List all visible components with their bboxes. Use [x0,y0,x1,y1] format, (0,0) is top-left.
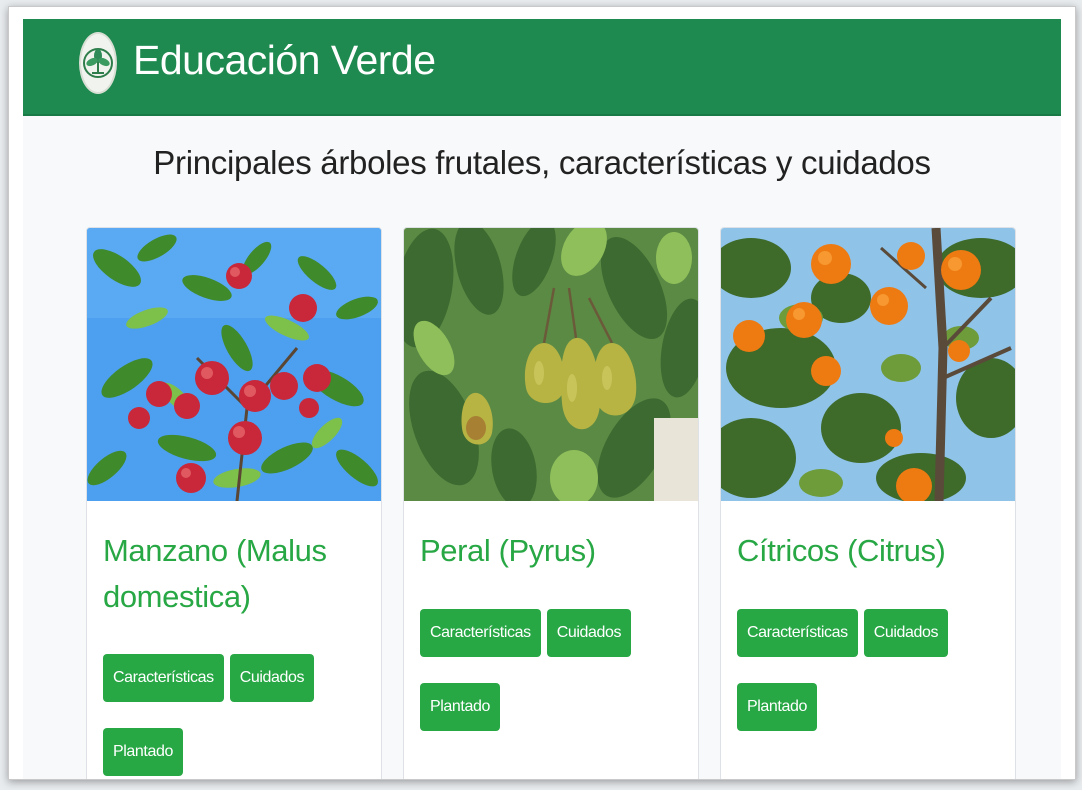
pear-tree-image [404,228,698,501]
card-title: Cítricos (Citrus) [737,533,946,568]
plantado-button[interactable]: Plantado [420,683,500,731]
card-manzano: Manzano (Malus domestica) Característica… [86,227,382,779]
leaf-emblem-icon[interactable] [79,32,117,94]
caracteristicas-button[interactable]: Características [103,654,224,702]
cuidados-button[interactable]: Cuidados [863,609,949,657]
card-title: Manzano (Malus domestica) [103,533,327,614]
card-actions: Características Cuidados [420,609,637,657]
page: Educación Verde Principales árboles frut… [23,19,1061,779]
plantado-button[interactable]: Plantado [737,683,817,731]
card-peral: Peral (Pyrus) Características Cuidados Pl… [403,227,699,779]
card-actions: Características Cuidados [737,609,954,657]
leaf-emblem-graphic [83,48,113,78]
caracteristicas-button[interactable]: Características [420,609,541,657]
card-actions-row-2: Plantado [103,728,189,776]
apple-tree-image [87,228,381,501]
cuidados-button[interactable]: Cuidados [546,609,632,657]
card-citricos: Cítricos (Citrus) Características Cuidado… [720,227,1016,779]
screenshot-frame: Educación Verde Principales árboles frut… [8,6,1076,780]
card-actions-row-2: Plantado [420,683,506,731]
card-title: Peral (Pyrus) [420,533,596,568]
brand-title[interactable]: Educación Verde [133,37,436,84]
page-heading: Principales árboles frutales, caracterís… [153,144,931,181]
cuidados-button[interactable]: Cuidados [229,654,315,702]
card-actions-row-2: Plantado [737,683,823,731]
plantado-button[interactable]: Plantado [103,728,183,776]
navbar: Educación Verde [23,19,1061,116]
card-actions: Características Cuidados [103,654,320,702]
orange-tree-image [721,228,1015,501]
caracteristicas-button[interactable]: Características [737,609,858,657]
